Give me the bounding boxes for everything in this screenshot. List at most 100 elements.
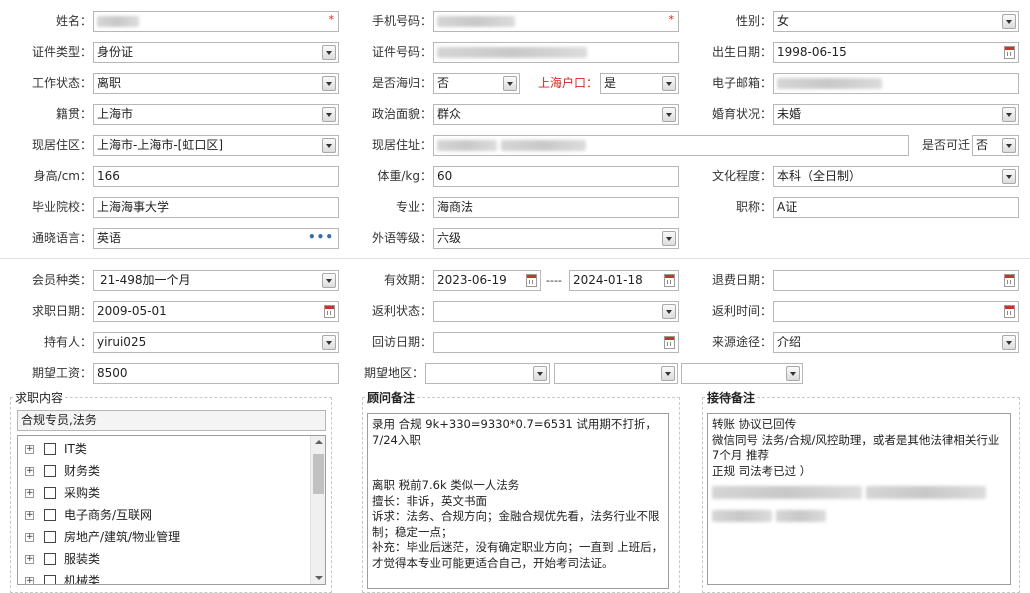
chevron-down-icon[interactable] (322, 107, 336, 122)
job-category-tree[interactable]: + IT类 + 财务类 + 采购类 + 电子商务/互联网 + 房地产/建筑/物业管理 + 服装类 + 机械… (17, 435, 326, 585)
native-select[interactable]: 上海市 (93, 104, 339, 125)
chevron-down-icon[interactable] (1002, 138, 1016, 153)
chevron-down-icon[interactable] (503, 76, 517, 91)
job-date-field[interactable]: 2009-05-01 (93, 301, 339, 322)
redacted-text (712, 510, 772, 522)
chevron-down-icon[interactable] (322, 76, 336, 91)
name-field[interactable]: * (93, 11, 339, 32)
member-type-label: 会员种类： (31, 273, 92, 287)
overseas-select[interactable]: 否 (433, 73, 520, 94)
scroll-thumb[interactable] (313, 454, 324, 494)
reception-notes-title: 接待备注 (705, 391, 758, 405)
chevron-down-icon[interactable] (662, 304, 676, 319)
exp-district-select[interactable] (681, 363, 803, 384)
title-field[interactable]: A证 (773, 197, 1019, 218)
refund-date-field[interactable] (773, 270, 1019, 291)
relocate-select[interactable]: 否 (972, 135, 1019, 156)
holder-select[interactable]: yirui025 (93, 332, 339, 353)
calendar-icon[interactable] (324, 305, 335, 318)
plus-icon[interactable]: + (25, 467, 34, 476)
plus-icon[interactable]: + (25, 489, 34, 498)
chevron-down-icon[interactable] (1002, 169, 1016, 184)
address-field[interactable] (433, 135, 909, 156)
calendar-icon[interactable] (664, 336, 675, 349)
gender-select[interactable]: 女 (773, 11, 1019, 32)
category-checkbox[interactable] (44, 575, 56, 584)
tree-category-item[interactable]: + 服装类 (18, 548, 325, 570)
note-line: 正规 司法考已过 ） (712, 463, 812, 478)
work-status-select[interactable]: 离职 (93, 73, 339, 94)
foreign-level-select[interactable]: 六级 (433, 228, 679, 249)
plus-icon[interactable]: + (25, 445, 34, 454)
exp-city-select[interactable] (554, 363, 678, 384)
category-checkbox[interactable] (44, 443, 56, 455)
category-checkbox[interactable] (44, 465, 56, 477)
chevron-down-icon[interactable] (662, 76, 676, 91)
member-type-select[interactable]: 21-498加一个月 (93, 270, 339, 291)
chevron-down-icon[interactable] (533, 366, 547, 381)
scroll-up-icon[interactable] (315, 440, 323, 444)
phone-field[interactable]: * (433, 11, 679, 32)
plus-icon[interactable]: + (25, 555, 34, 564)
chevron-down-icon[interactable] (1002, 107, 1016, 122)
birth-date-field[interactable]: 1998-06-15 (773, 42, 1019, 63)
plus-icon[interactable]: + (25, 577, 34, 584)
calendar-icon[interactable] (1004, 274, 1015, 287)
education-select[interactable]: 本科（全日制） (773, 166, 1019, 187)
plus-icon[interactable]: + (25, 511, 34, 520)
scroll-down-icon[interactable] (315, 576, 323, 580)
exp-province-select[interactable] (425, 363, 550, 384)
chevron-down-icon[interactable] (322, 45, 336, 60)
chevron-down-icon[interactable] (322, 273, 336, 288)
advisor-notes-textarea[interactable]: 录用 合规 9k+330=9330*0.7=6531 试用期不打折，7/24入职… (367, 413, 669, 589)
chevron-down-icon[interactable] (1002, 14, 1016, 29)
calendar-icon[interactable] (664, 274, 675, 287)
chevron-down-icon[interactable] (322, 335, 336, 350)
chevron-down-icon[interactable] (662, 231, 676, 246)
id-no-field[interactable] (433, 42, 679, 63)
height-field[interactable]: 166 (93, 166, 339, 187)
tree-category-item[interactable]: + 电子商务/互联网 (18, 504, 325, 526)
note-line: 录用 合规 9k+330=9330*0.7=6531 试用期不打折，7/24入职 (372, 417, 657, 447)
chevron-down-icon[interactable] (322, 138, 336, 153)
visit-date-field[interactable] (433, 332, 679, 353)
reception-notes-textarea[interactable]: 转账 协议已回传 微信同号 法务/合规/风控助理，或者是其他法律相关行业 7个月 … (707, 413, 1011, 585)
id-type-select[interactable]: 身份证 (93, 42, 339, 63)
category-checkbox[interactable] (44, 509, 56, 521)
chevron-down-icon[interactable] (661, 366, 675, 381)
tree-category-item[interactable]: + 财务类 (18, 460, 325, 482)
area-select[interactable]: 上海市-上海市-[虹口区] (93, 135, 339, 156)
salary-field[interactable]: 8500 (93, 363, 339, 384)
calendar-icon[interactable] (1004, 305, 1015, 318)
calendar-icon[interactable] (526, 274, 537, 287)
tree-category-item[interactable]: + 机械类 (18, 570, 325, 584)
tree-scrollbar[interactable] (310, 436, 325, 584)
tree-category-item[interactable]: + 房地产/建筑/物业管理 (18, 526, 325, 548)
chevron-down-icon[interactable] (786, 366, 800, 381)
rebate-time-field[interactable] (773, 301, 1019, 322)
major-field[interactable]: 海商法 (433, 197, 679, 218)
category-checkbox[interactable] (44, 531, 56, 543)
weight-field[interactable]: 60 (433, 166, 679, 187)
chevron-down-icon[interactable] (1002, 335, 1016, 350)
political-select[interactable]: 群众 (433, 104, 679, 125)
school-field[interactable]: 上海海事大学 (93, 197, 339, 218)
source-select[interactable]: 介绍 (773, 332, 1019, 353)
language-field[interactable]: 英语 ••• (93, 228, 339, 249)
redacted-text (437, 47, 587, 58)
tree-category-item[interactable]: + 采购类 (18, 482, 325, 504)
job-selected-field[interactable]: 合规专员,法务 (17, 410, 326, 431)
email-field[interactable] (773, 73, 1019, 94)
valid-from-field[interactable]: 2023-06-19 (433, 270, 541, 291)
marital-select[interactable]: 未婚 (773, 104, 1019, 125)
chevron-down-icon[interactable] (662, 107, 676, 122)
shanghai-hukou-select[interactable]: 是 (600, 73, 679, 94)
rebate-status-select[interactable] (433, 301, 679, 322)
valid-to-field[interactable]: 2024-01-18 (569, 270, 679, 291)
plus-icon[interactable]: + (25, 533, 34, 542)
ellipsis-icon[interactable]: ••• (308, 229, 334, 247)
calendar-icon[interactable] (1004, 46, 1015, 59)
tree-category-item[interactable]: + IT类 (18, 438, 325, 460)
category-checkbox[interactable] (44, 487, 56, 499)
category-checkbox[interactable] (44, 553, 56, 565)
